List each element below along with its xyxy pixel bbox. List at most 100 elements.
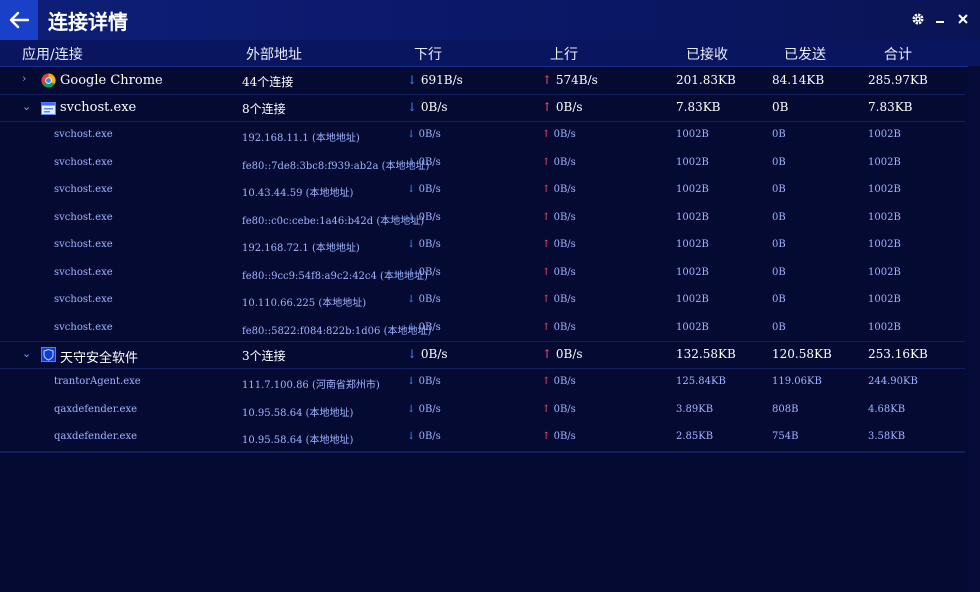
connection-total: 3.58KB	[868, 431, 906, 442]
settings-button[interactable]	[909, 10, 927, 28]
cell-down: ↓ 0B/s	[407, 129, 441, 140]
arrow-down-icon: ↓	[407, 431, 416, 442]
column-header-address[interactable]: 外部地址	[246, 44, 302, 64]
cell-total: 1002B	[868, 322, 901, 333]
connection-up: 0B/s	[553, 376, 576, 387]
app-group-row[interactable]: ⌄ svchost.exe 8个连接 ↓ 0B/s ↑ 0B/s 7.83KB 0B 7.83…	[0, 94, 965, 122]
cell-name: qaxdefender.exe	[54, 404, 137, 415]
arrow-down-icon: ↓	[407, 294, 416, 305]
connection-row[interactable]: qaxdefender.exe 10.95.58.64 (本地地址) ↓ 0B/s ↑…	[0, 423, 965, 452]
cell-total: 1002B	[868, 184, 901, 195]
connection-row[interactable]: svchost.exe 10.43.44.59 (本地地址) ↓ 0B/s ↑ 0B/…	[0, 176, 965, 204]
connection-sent: 0B	[772, 156, 786, 168]
connection-address: 10.43.44.59 (本地地址)	[242, 188, 354, 199]
cell-address: fe80::9cc9:54f8:a9c2:42c4 (本地地址)	[242, 267, 428, 282]
connection-name: qaxdefender.exe	[54, 403, 138, 415]
cell-total: 7.83KB	[868, 100, 913, 114]
connection-name: svchost.exe	[54, 266, 113, 278]
cell-down: ↓ 0B/s	[407, 239, 441, 250]
scrollbar[interactable]	[968, 66, 980, 592]
cell-received: 1002B	[676, 267, 709, 278]
cell-sent: 0B	[772, 294, 786, 305]
column-header-total[interactable]: 合计	[884, 44, 912, 64]
cell-address: fe80::c0c:cebe:1a46:b42d (本地地址)	[242, 212, 424, 227]
connection-total: 4.68KB	[868, 403, 906, 415]
cell-address: 44个连接	[242, 73, 293, 90]
close-button[interactable]	[954, 10, 972, 28]
cell-sent: 0B	[772, 129, 786, 140]
gear-icon	[912, 13, 924, 25]
connection-down: 0B/s	[418, 156, 441, 168]
connection-address: 111.7.100.86 (河南省郑州市)	[242, 380, 380, 391]
connection-row[interactable]: svchost.exe 192.168.11.1 (本地地址) ↓ 0B/s ↑ 0B…	[0, 121, 965, 149]
cell-address: 10.95.58.64 (本地地址)	[242, 404, 353, 419]
connection-row[interactable]: svchost.exe fe80::5822:f084:822b:1d06 (本地…	[0, 314, 965, 342]
cell-down: ↓ 0B/s	[407, 322, 441, 333]
connection-row[interactable]: svchost.exe fe80::9cc9:54f8:a9c2:42c4 (本地…	[0, 259, 965, 287]
cell-total: 285.97KB	[868, 73, 928, 87]
connection-sent: 119.06KB	[772, 376, 822, 387]
connection-received: 2.85KB	[676, 431, 714, 442]
minimize-button[interactable]	[931, 10, 949, 28]
cell-sent: 0B	[772, 212, 786, 223]
connection-name: svchost.exe	[54, 211, 113, 223]
cell-total: 3.58KB	[868, 431, 905, 442]
group-received: 7.83KB	[676, 100, 721, 114]
connection-address: 10.110.66.225 (本地地址)	[242, 298, 367, 309]
chevron-down-icon[interactable]: ⌄	[22, 347, 31, 360]
cell-sent: 754B	[772, 431, 798, 442]
connection-address: fe80::c0c:cebe:1a46:b42d (本地地址)	[242, 215, 425, 227]
cell-received: 2.85KB	[676, 431, 713, 442]
connection-received: 1002B	[676, 129, 709, 140]
column-header-up[interactable]: 上行	[550, 44, 578, 64]
connection-row[interactable]: qaxdefender.exe 10.95.58.64 (本地地址) ↓ 0B/s ↑…	[0, 396, 965, 424]
connection-down: 0B/s	[418, 431, 441, 442]
connection-name: svchost.exe	[54, 321, 113, 333]
column-header-received[interactable]: 已接收	[686, 44, 728, 64]
connection-up: 0B/s	[553, 156, 576, 168]
minimize-icon	[936, 21, 944, 23]
app-group-row[interactable]: ⌄ 天守安全软件 3个连接 ↓ 0B/s ↑ 0B/s 132.58KB 120.58KB 2…	[0, 341, 965, 369]
group-name: svchost.exe	[60, 100, 137, 115]
back-button[interactable]	[0, 0, 38, 40]
group-down: 0B/s	[420, 100, 448, 114]
arrow-up-icon: ↑	[542, 129, 551, 140]
cell-name: trantorAgent.exe	[54, 376, 141, 387]
cell-received: 132.58KB	[676, 347, 736, 361]
cell-received: 1002B	[676, 212, 709, 223]
cell-address: 192.168.72.1 (本地地址)	[242, 239, 360, 254]
chevron-down-icon[interactable]: ⌄	[22, 100, 31, 113]
cell-total: 1002B	[868, 239, 901, 250]
column-header-app[interactable]: 应用/连接	[22, 44, 83, 64]
arrow-up-icon: ↑	[542, 100, 553, 114]
cell-total: 1002B	[868, 212, 901, 223]
cell-total: 1002B	[868, 129, 901, 140]
arrow-up-icon: ↑	[542, 211, 551, 223]
arrow-left-icon	[9, 11, 29, 29]
connection-row[interactable]: svchost.exe 10.110.66.225 (本地地址) ↓ 0B/s ↑ 0…	[0, 286, 965, 314]
column-header-sent[interactable]: 已发送	[784, 44, 826, 64]
connection-up: 0B/s	[553, 294, 576, 305]
arrow-up-icon: ↑	[542, 321, 551, 333]
chevron-right-icon[interactable]: ›	[22, 72, 26, 85]
connection-row[interactable]: svchost.exe fe80::7de8:3bc8:f939:ab2a (本地…	[0, 149, 965, 177]
arrow-up-icon: ↑	[542, 156, 551, 168]
arrow-down-icon: ↓	[407, 403, 416, 415]
app-group-row[interactable]: › Google Chrome 44个连接 ↓ 691B/s ↑ 574B/s 201.8…	[0, 67, 965, 95]
connection-total: 244.90KB	[868, 376, 918, 387]
cell-name: 天守安全软件	[60, 347, 138, 366]
connection-row[interactable]: svchost.exe 192.168.72.1 (本地地址) ↓ 0B/s ↑ 0B…	[0, 231, 965, 259]
connection-row[interactable]: svchost.exe fe80::c0c:cebe:1a46:b42d (本地地…	[0, 204, 965, 232]
connection-name: svchost.exe	[54, 294, 113, 305]
connection-up: 0B/s	[553, 239, 576, 250]
cell-total: 253.16KB	[868, 347, 928, 361]
arrow-down-icon: ↓	[407, 156, 416, 168]
table-header: 应用/连接 外部地址 下行 上行 已接收 已发送 合计	[0, 40, 980, 67]
connection-sent: 0B	[772, 321, 786, 333]
column-header-down[interactable]: 下行	[414, 44, 442, 64]
cell-down: ↓ 0B/s	[407, 431, 441, 442]
connection-row[interactable]: trantorAgent.exe 111.7.100.86 (河南省郑州市) ↓ 0…	[0, 368, 965, 396]
connection-down: 0B/s	[418, 266, 441, 278]
cell-up: ↑ 0B/s	[542, 100, 583, 114]
arrow-up-icon: ↑	[542, 73, 553, 87]
